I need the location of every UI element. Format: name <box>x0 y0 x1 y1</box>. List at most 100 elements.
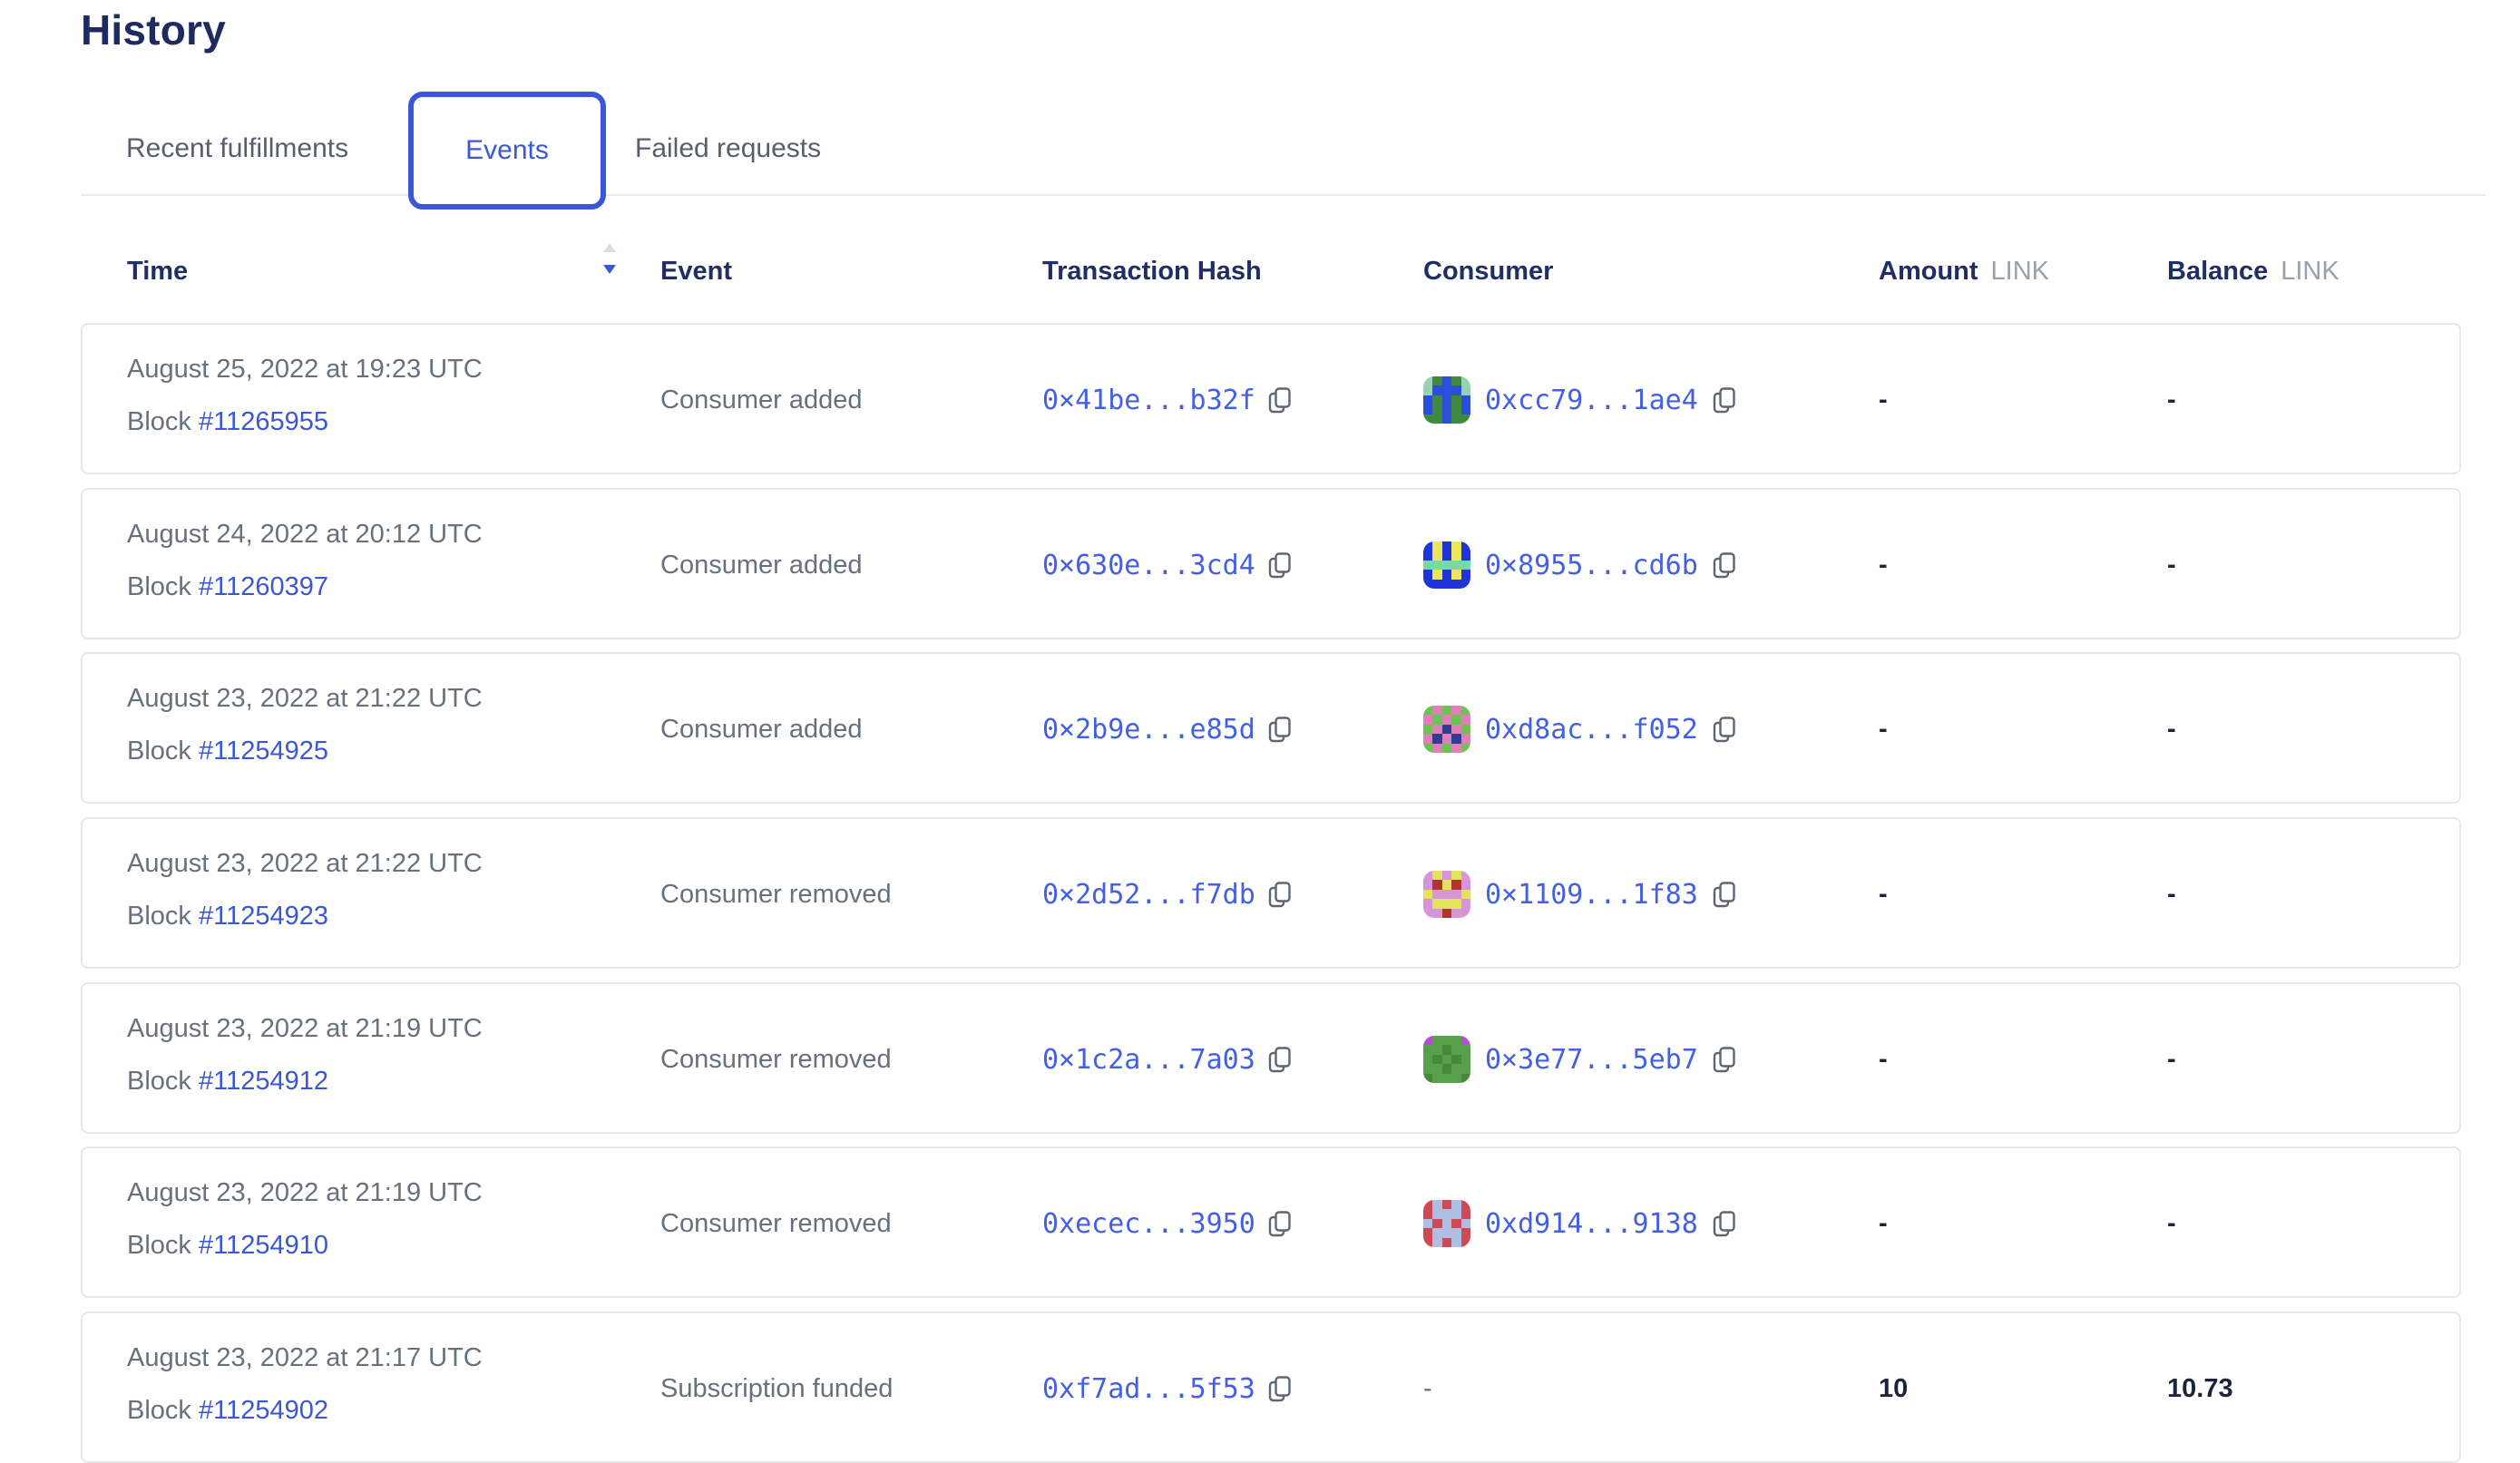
block-number-link[interactable]: #11254925 <box>199 736 328 766</box>
consumer-address-link[interactable]: 0×8955...cd6b <box>1485 550 1698 581</box>
row-balance: - <box>2167 1044 2176 1075</box>
row-transaction-hash: 0xf7ad...5f53 <box>1042 1370 1292 1407</box>
balance-unit-label: LINK <box>2281 257 2339 286</box>
sort-descending-icon[interactable] <box>602 241 617 286</box>
row-balance: - <box>2167 550 2176 580</box>
consumer-avatar-icon <box>1423 871 1470 918</box>
transaction-hash-link[interactable]: 0×2b9e...e85d <box>1042 714 1255 746</box>
row-amount: - <box>1879 714 1888 745</box>
row-timestamp: August 23, 2022 at 21:22 UTC <box>127 683 483 714</box>
tab-events[interactable]: Events <box>408 92 606 210</box>
transaction-hash-link[interactable]: 0×2d52...f7db <box>1042 879 1255 911</box>
row-timestamp: August 23, 2022 at 21:19 UTC <box>127 1177 483 1208</box>
table-row: August 23, 2022 at 21:22 UTC Block #1125… <box>81 817 2461 969</box>
block-label: Block <box>127 572 191 601</box>
copy-consumer-address-icon[interactable] <box>1713 1210 1736 1238</box>
row-consumer: 0×1109...1f83 <box>1423 871 1736 918</box>
row-timestamp: August 25, 2022 at 19:23 UTC <box>127 354 483 385</box>
block-number-link[interactable]: #11265955 <box>199 407 328 436</box>
row-block: Block #11254912 <box>127 1066 328 1097</box>
row-consumer: 0xd8ac...f052 <box>1423 706 1736 753</box>
transaction-hash-link[interactable]: 0×630e...3cd4 <box>1042 550 1255 581</box>
consumer-address-link[interactable]: 0xd8ac...f052 <box>1485 714 1698 746</box>
copy-transaction-hash-icon[interactable] <box>1268 386 1292 415</box>
transaction-hash-link[interactable]: 0×1c2a...7a03 <box>1042 1044 1255 1076</box>
row-consumer: 0×3e77...5eb7 <box>1423 1036 1736 1083</box>
row-transaction-hash: 0×2d52...f7db <box>1042 876 1292 912</box>
consumer-address-link[interactable]: 0×3e77...5eb7 <box>1485 1044 1698 1076</box>
block-label: Block <box>127 902 191 931</box>
block-number-link[interactable]: #11254902 <box>199 1396 328 1425</box>
column-header-consumer: Consumer <box>1423 257 1553 287</box>
column-header-time[interactable]: Time <box>127 257 188 287</box>
tab-failed-requests[interactable]: Failed requests <box>635 133 821 164</box>
copy-transaction-hash-icon[interactable] <box>1268 1210 1292 1238</box>
block-number-link[interactable]: #11254912 <box>199 1067 328 1096</box>
amount-unit-label: LINK <box>1991 257 2049 286</box>
copy-consumer-address-icon[interactable] <box>1713 386 1736 415</box>
row-event: Subscription funded <box>660 1373 893 1404</box>
copy-transaction-hash-icon[interactable] <box>1268 1375 1292 1403</box>
copy-consumer-address-icon[interactable] <box>1713 551 1736 580</box>
row-timestamp: August 24, 2022 at 20:12 UTC <box>127 519 483 550</box>
page-title: History <box>81 5 226 54</box>
row-amount: - <box>1879 385 1888 415</box>
row-event: Consumer added <box>660 714 862 745</box>
row-block: Block #11254902 <box>127 1395 328 1426</box>
tab-events-label: Events <box>465 135 549 166</box>
consumer-avatar-icon <box>1423 1200 1470 1247</box>
row-consumer: - <box>1423 1365 1432 1412</box>
consumer-avatar-icon <box>1423 1036 1470 1083</box>
block-label: Block <box>127 1067 191 1096</box>
column-header-amount: AmountLINK <box>1879 257 2049 287</box>
consumer-empty-value: - <box>1423 1374 1432 1404</box>
table-row: August 23, 2022 at 21:19 UTC Block #1125… <box>81 982 2461 1134</box>
transaction-hash-link[interactable]: 0×41be...b32f <box>1042 385 1255 416</box>
table-row: August 23, 2022 at 21:22 UTC Block #1125… <box>81 652 2461 804</box>
table-row: August 25, 2022 at 19:23 UTC Block #1126… <box>81 323 2461 474</box>
row-event: Consumer added <box>660 550 862 580</box>
row-transaction-hash: 0×41be...b32f <box>1042 382 1292 418</box>
column-header-event: Event <box>660 257 732 287</box>
copy-consumer-address-icon[interactable] <box>1713 881 1736 909</box>
row-block: Block #11254925 <box>127 736 328 766</box>
row-amount: - <box>1879 879 1888 910</box>
transaction-hash-link[interactable]: 0xf7ad...5f53 <box>1042 1373 1255 1405</box>
copy-consumer-address-icon[interactable] <box>1713 716 1736 744</box>
consumer-address-link[interactable]: 0xd914...9138 <box>1485 1208 1698 1240</box>
transaction-hash-link[interactable]: 0xecec...3950 <box>1042 1208 1255 1240</box>
row-timestamp: August 23, 2022 at 21:17 UTC <box>127 1342 483 1373</box>
consumer-avatar-icon <box>1423 376 1470 424</box>
row-transaction-hash: 0×2b9e...e85d <box>1042 711 1292 747</box>
copy-transaction-hash-icon[interactable] <box>1268 881 1292 909</box>
block-label: Block <box>127 1396 191 1425</box>
block-number-link[interactable]: #11254923 <box>199 902 328 931</box>
row-balance: 10.73 <box>2167 1373 2233 1404</box>
consumer-address-link[interactable]: 0xcc79...1ae4 <box>1485 385 1698 416</box>
table-row: August 24, 2022 at 20:12 UTC Block #1126… <box>81 488 2461 639</box>
copy-transaction-hash-icon[interactable] <box>1268 551 1292 580</box>
block-number-link[interactable]: #11260397 <box>199 572 328 601</box>
tab-recent-fulfillments[interactable]: Recent fulfillments <box>126 133 348 164</box>
row-amount: - <box>1879 1044 1888 1075</box>
row-timestamp: August 23, 2022 at 21:22 UTC <box>127 848 483 879</box>
consumer-address-link[interactable]: 0×1109...1f83 <box>1485 879 1698 911</box>
block-number-link[interactable]: #11254910 <box>199 1231 328 1260</box>
row-block: Block #11260397 <box>127 571 328 602</box>
copy-transaction-hash-icon[interactable] <box>1268 716 1292 744</box>
copy-consumer-address-icon[interactable] <box>1713 1046 1736 1074</box>
row-balance: - <box>2167 1208 2176 1239</box>
table-row: August 23, 2022 at 21:17 UTC Block #1125… <box>81 1312 2461 1463</box>
row-event: Consumer removed <box>660 1208 892 1239</box>
row-amount: - <box>1879 550 1888 580</box>
consumer-avatar-icon <box>1423 706 1470 753</box>
block-label: Block <box>127 1231 191 1260</box>
row-event: Consumer removed <box>660 879 892 910</box>
row-amount: 10 <box>1879 1373 1908 1404</box>
row-balance: - <box>2167 385 2176 415</box>
row-block: Block #11254923 <box>127 901 328 931</box>
block-label: Block <box>127 407 191 436</box>
row-event: Consumer added <box>660 385 862 415</box>
block-label: Block <box>127 736 191 766</box>
copy-transaction-hash-icon[interactable] <box>1268 1046 1292 1074</box>
